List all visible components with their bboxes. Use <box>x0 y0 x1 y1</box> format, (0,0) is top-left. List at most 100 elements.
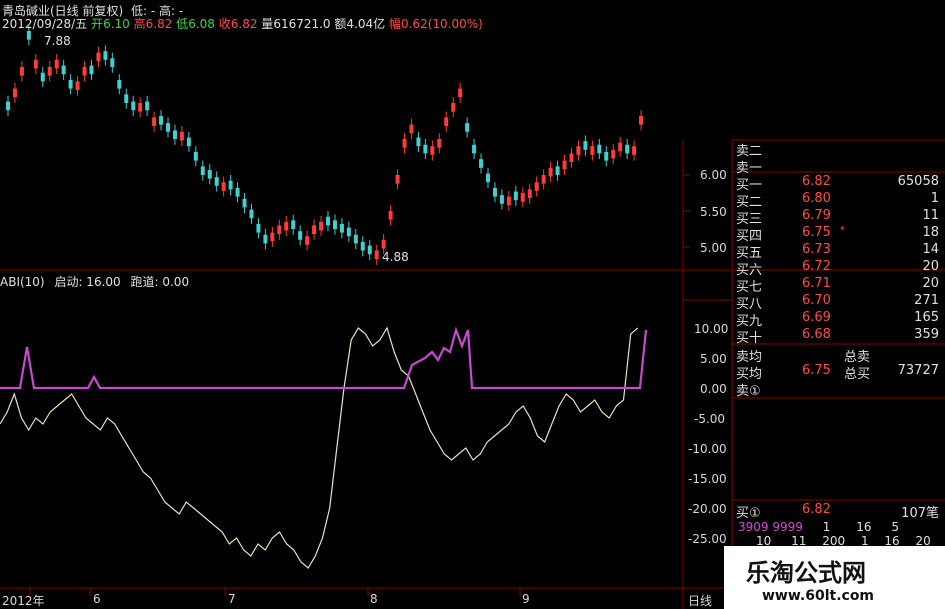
indicator-start: 启动: 16.00 <box>54 275 121 289</box>
candle-body <box>75 81 80 91</box>
candle-body <box>221 182 226 191</box>
candle-body <box>381 239 386 249</box>
candle-body <box>159 115 164 125</box>
candle-body <box>298 231 303 240</box>
bid-row[interactable]: 买五 6.73 14 <box>736 242 943 261</box>
candle-body <box>193 151 198 161</box>
candle-body <box>33 59 38 69</box>
candle-body <box>103 51 108 60</box>
candle-body <box>235 187 240 197</box>
bid-row[interactable]: 买七 6.71 20 <box>736 276 943 295</box>
candle-body <box>186 137 191 147</box>
candle-body <box>6 101 10 111</box>
x-tick-8: 8 <box>370 592 378 606</box>
candle-body <box>465 123 470 132</box>
candle-body <box>618 142 623 152</box>
candle-body <box>166 123 170 132</box>
candle-body <box>611 149 616 159</box>
ind-tick-0: 0.00 <box>700 382 727 396</box>
candle-body <box>548 167 553 177</box>
candle-body <box>110 58 115 67</box>
bid-row[interactable]: 买六 6.72 20 <box>736 259 943 278</box>
watermark-site: www.60lt.com <box>762 588 875 604</box>
candle-body <box>291 220 296 229</box>
candle-body <box>506 196 511 206</box>
candle-body <box>395 175 400 184</box>
candle-body <box>40 72 45 82</box>
candle-body <box>124 94 129 103</box>
indicator-series <box>0 326 648 569</box>
candle-body <box>332 220 337 229</box>
candle-body <box>555 166 560 175</box>
candle-body <box>604 151 609 161</box>
candle-body <box>367 245 372 255</box>
signal-line <box>0 326 648 390</box>
candle-body <box>430 146 435 155</box>
candle-body <box>326 216 330 226</box>
candle-body <box>277 225 282 235</box>
candle-body <box>520 193 525 202</box>
candle-body <box>374 250 379 260</box>
candle-body <box>339 223 344 233</box>
candle-body <box>256 223 261 233</box>
volume-value: 616721.0 <box>273 17 331 31</box>
ind-tick-m5: -5.00 <box>694 412 726 426</box>
low-value: 6.08 <box>188 17 215 31</box>
candle-body <box>96 52 101 62</box>
candle-body <box>312 225 317 235</box>
candle-body <box>145 101 150 111</box>
candle-body <box>263 234 268 244</box>
ask-row[interactable]: 卖二 <box>736 140 943 159</box>
candle-body <box>451 103 456 112</box>
ask-row[interactable]: 卖一 <box>736 157 943 176</box>
bid-row[interactable]: 买九 6.69 165 <box>736 310 943 329</box>
candle-body <box>228 180 233 190</box>
period-label[interactable]: 日线 <box>688 592 712 609</box>
x-tick-6: 6 <box>93 592 101 606</box>
candle-body <box>444 117 449 127</box>
bid-row[interactable]: 买三 6.79 11 <box>736 208 943 227</box>
candle-body <box>472 144 477 154</box>
indicator-name: ABI(10) <box>0 275 45 289</box>
ind-tick-10: 10.00 <box>694 322 729 336</box>
bid-row[interactable]: 买四 6.75 18 * <box>736 225 943 244</box>
bid-row[interactable]: 买十 6.68 359 <box>736 327 943 346</box>
bid-marker: * <box>840 225 845 236</box>
watermark: 乐淘公式网 www.60lt.com <box>724 546 945 609</box>
candle-body <box>353 234 358 244</box>
candle-body <box>61 65 66 75</box>
candle-body <box>284 221 289 231</box>
candle-body <box>172 130 177 139</box>
bid-row[interactable]: 买八 6.70 271 <box>736 293 943 312</box>
abi-line <box>0 326 639 569</box>
ind-tick-m15: -15.00 <box>688 472 727 486</box>
candle-body <box>458 88 463 98</box>
candle-body <box>569 153 574 163</box>
candle-body <box>402 139 407 148</box>
quote-date: 2012/09/28/五 <box>2 17 88 31</box>
candle-body <box>541 175 546 184</box>
buy-one-row: 买① 6.82 107笔 <box>736 502 939 521</box>
candle-body <box>89 65 94 75</box>
candle-body <box>527 189 532 199</box>
close-value: 6.82 <box>230 17 258 31</box>
candle-body <box>346 227 351 237</box>
quote-line: 2012/09/28/五 开6.10 高6.82 低6.08 收6.82 量61… <box>2 17 483 31</box>
candle-body <box>360 241 365 251</box>
candle-body <box>625 144 630 154</box>
bid-row[interactable]: 买一 6.82 65058 <box>736 174 943 193</box>
candle-body <box>534 182 539 191</box>
candle-body <box>388 211 393 220</box>
bid-row[interactable]: 买二 6.80 1 <box>736 191 943 210</box>
candle-body <box>214 177 219 186</box>
indicator-runway: 跑道: 0.00 <box>130 275 190 289</box>
price-tick-600: 6.00 <box>700 168 727 182</box>
candle-body <box>138 103 143 112</box>
candle-body <box>26 31 31 40</box>
candle-body <box>562 160 567 170</box>
candle-body <box>590 146 595 155</box>
candle-body <box>597 144 602 154</box>
candle-body <box>54 59 59 69</box>
candle-body <box>249 209 254 219</box>
ind-tick-m25: -25.00 <box>688 532 727 546</box>
